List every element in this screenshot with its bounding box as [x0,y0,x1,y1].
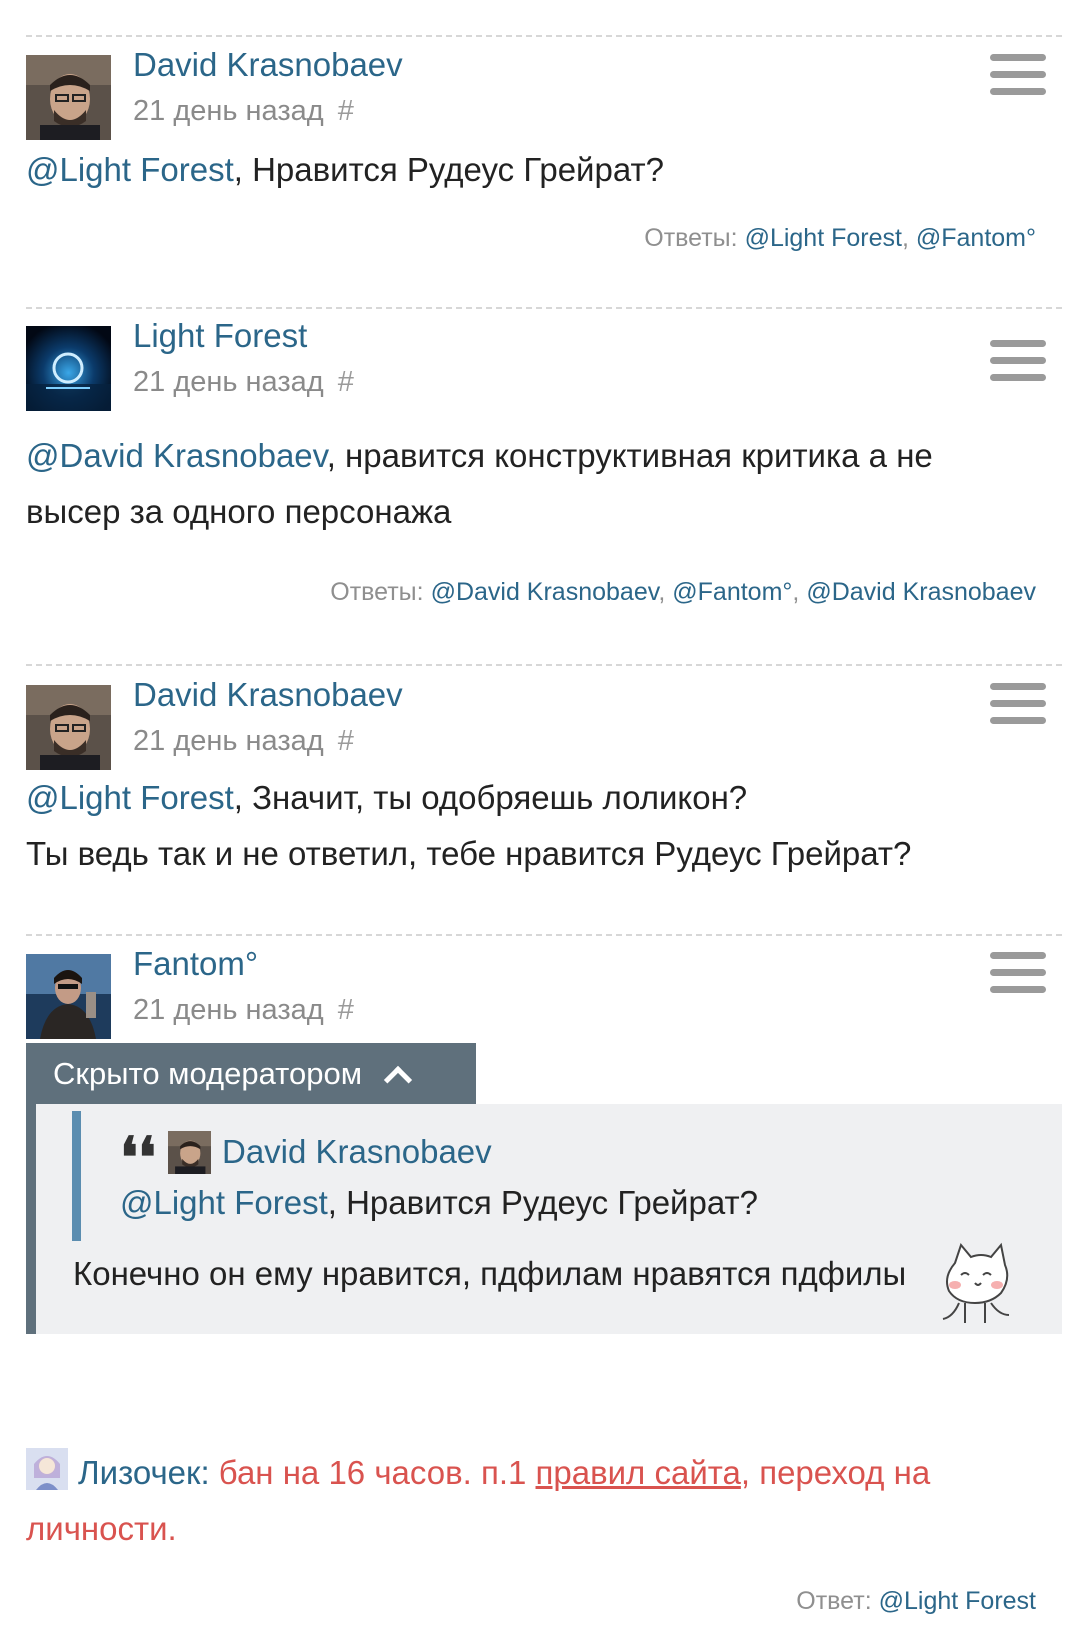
avatar[interactable] [26,326,111,411]
reply-separator: , [658,578,673,606]
separator [26,307,1062,309]
quote-avatar[interactable] [168,1131,211,1174]
comment-time: 21 день назад [133,95,324,127]
comment-time: 21 день назад [133,366,324,398]
comment-replies: Ответы: @Light Forest, @Fantom° [644,224,1036,253]
reply-link[interactable]: @Light Forest [745,224,902,252]
hidden-toggle-button[interactable]: Скрыто модератором [26,1043,476,1104]
mention-link[interactable]: @Light Forest [26,779,234,816]
moderator-text: бан на 16 часов. п.1 [209,1454,536,1491]
hash-icon[interactable]: # [338,95,354,127]
reply-separator: , [792,578,807,606]
mention-link[interactable]: @Light Forest [120,1184,328,1221]
comment-meta: 21 день назад # [133,994,354,1027]
comment-text: @David Krasnobaev, нравится конструктивн… [26,428,1036,540]
quote-author[interactable]: David Krasnobaev [222,1133,492,1171]
mention-link[interactable]: @Light Forest [26,151,234,188]
quote-body: , Нравится Рудеус Грейрат? [327,1184,758,1221]
replies-label: Ответы: [644,224,738,252]
comment-meta: 21 день назад # [133,366,354,399]
reply-link[interactable]: @Fantom° [916,224,1036,252]
moderator-name[interactable]: Лизочек [78,1454,200,1491]
menu-icon[interactable] [990,54,1046,96]
comment-body-line2: Ты ведь так и не ответил, тебе нравится … [26,835,912,872]
comment-meta: 21 день назад # [133,95,354,128]
replies-label: Ответы: [330,578,424,606]
menu-icon[interactable] [990,952,1046,994]
quote-icon: ❛❛ [120,1125,157,1191]
separator [26,664,1062,666]
comment-text: @Light Forest, Нравится Рудеус Грейрат? [26,142,1036,198]
hidden-comment-text: Конечно он ему нравится, пдфилам нравятс… [73,1255,907,1292]
comment-text: @Light Forest, Значит, ты одобряешь лоли… [26,770,1036,882]
menu-icon[interactable] [990,683,1046,725]
comment-meta: 21 день назад # [133,725,354,758]
reply-link[interactable]: @Light Forest [879,1587,1036,1615]
separator [26,934,1062,936]
moderator-avatar[interactable] [26,1448,68,1490]
comment-replies: Ответы: @David Krasnobaev, @Fantom°, @Da… [330,578,1036,607]
sticker-icon [935,1235,1015,1327]
avatar[interactable] [26,954,111,1039]
comment-author[interactable]: Light Forest [133,317,307,355]
moderator-note: Лизочек: бан на 16 часов. п.1 правил сай… [26,1445,1036,1557]
hash-icon[interactable]: # [338,725,354,757]
reply-link[interactable]: @David Krasnobaev [431,578,659,606]
avatar[interactable] [26,685,111,770]
comment-author[interactable]: David Krasnobaev [133,46,403,84]
avatar[interactable] [26,55,111,140]
rules-link[interactable]: правил сайта [536,1454,741,1491]
hash-icon[interactable]: # [338,366,354,398]
comment-author[interactable]: David Krasnobaev [133,676,403,714]
reply-label: Ответ: [796,1587,872,1615]
comment-time: 21 день назад [133,994,324,1026]
mention-link[interactable]: @David Krasnobaev [26,437,327,474]
moderator-replies: Ответ: @Light Forest [796,1587,1036,1616]
moderator-colon: : [200,1454,210,1491]
separator [26,35,1062,37]
reply-link[interactable]: @David Krasnobaev [806,578,1036,606]
reply-separator: , [901,224,916,252]
comment-author[interactable]: Fantom° [133,945,258,983]
hash-icon[interactable]: # [338,994,354,1026]
menu-icon[interactable] [990,340,1046,382]
comment-body: , Нравится Рудеус Грейрат? [233,151,664,188]
comment-body: , Значит, ты одобряешь лоликон? [233,779,748,816]
chevron-up-icon [383,1065,413,1095]
reply-link[interactable]: @Fantom° [672,578,792,606]
quote-text: @Light Forest, Нравится Рудеус Грейрат? [120,1184,758,1222]
hidden-toggle-label: Скрыто модератором [53,1056,363,1091]
comment-time: 21 день назад [133,725,324,757]
